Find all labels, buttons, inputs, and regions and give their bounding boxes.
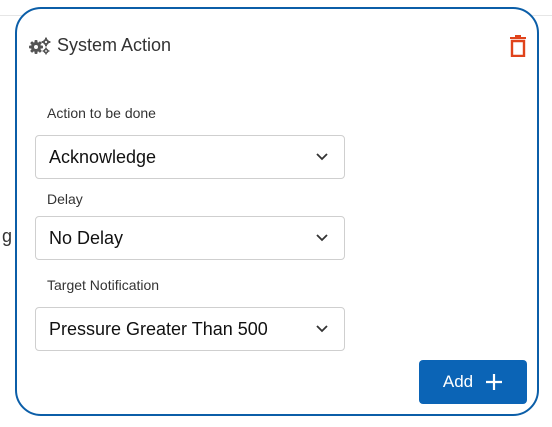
card-title: System Action [57,35,172,55]
delete-icon[interactable] [509,35,527,57]
chevron-down-icon [316,153,328,161]
plus-icon [486,374,503,390]
target-notification-select-value: Pressure Greater Than 500 [49,319,268,339]
target-notification-label: Target Notification [47,277,160,293]
action-select[interactable]: Acknowledge [35,135,345,179]
delay-select[interactable]: No Delay [35,216,345,260]
action-select-value: Acknowledge [49,147,157,167]
chevron-down-icon [316,234,328,242]
card-header: System Action [29,35,171,56]
delay-select-value: No Delay [49,228,124,248]
action-label: Action to be done [47,105,156,121]
chevron-down-icon [316,325,328,333]
system-action-card: System Action Action to be done Acknowle… [15,7,539,416]
gears-icon [29,37,51,54]
target-notification-select[interactable]: Pressure Greater Than 500 [35,307,345,351]
add-button[interactable]: Add [419,360,527,404]
delay-label: Delay [47,191,83,207]
background-text: g [1,226,12,246]
add-button-label: Add [442,372,474,391]
